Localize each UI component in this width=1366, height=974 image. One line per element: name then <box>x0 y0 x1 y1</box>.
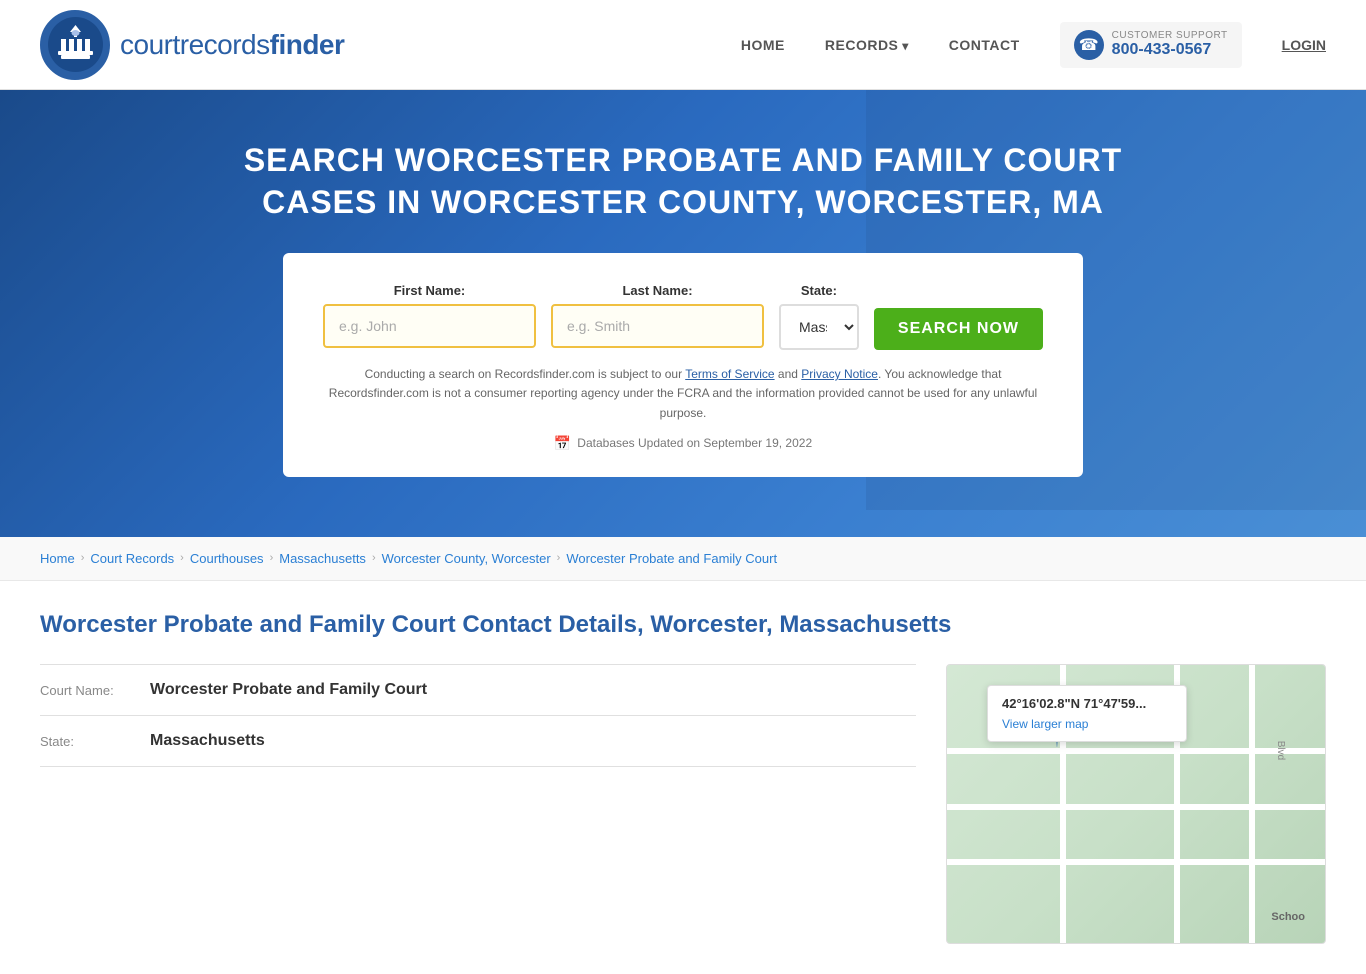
nav-contact[interactable]: CONTACT <box>949 37 1020 53</box>
search-disclaimer: Conducting a search on Recordsfinder.com… <box>323 365 1043 423</box>
map-road-h3 <box>947 859 1325 865</box>
logo-text: courtrecordsfinder <box>120 29 344 61</box>
breadcrumb-worcester-county[interactable]: Worcester County, Worcester <box>382 551 551 566</box>
breadcrumb: Home › Court Records › Courthouses › Mas… <box>0 537 1366 581</box>
first-name-field-group: First Name: <box>323 283 536 350</box>
breadcrumb-current: Worcester Probate and Family Court <box>566 551 777 566</box>
court-name-label: Court Name: <box>40 681 140 698</box>
support-phone-icon: ☎ <box>1074 30 1104 60</box>
map-coords: 42°16'02.8"N 71°47'59... <box>1002 696 1172 711</box>
logo-area: courtrecordsfinder <box>40 10 344 80</box>
breadcrumb-sep-2: › <box>180 552 184 564</box>
hero-title: SEARCH WORCESTER PROBATE AND FAMILY COUR… <box>233 140 1133 223</box>
main-nav: HOME RECORDS CONTACT ☎ CUSTOMER SUPPORT … <box>741 22 1326 68</box>
breadcrumb-courthouses[interactable]: Courthouses <box>190 551 264 566</box>
breadcrumb-sep-1: › <box>81 552 85 564</box>
calendar-icon: 📅 <box>554 435 571 452</box>
section-title: Worcester Probate and Family Court Conta… <box>40 611 1326 639</box>
support-label: CUSTOMER SUPPORT <box>1112 30 1228 41</box>
map-road-v3 <box>1249 665 1255 943</box>
map-road-h2 <box>947 748 1325 754</box>
view-larger-map-link[interactable]: View larger map <box>1002 717 1088 731</box>
db-updated-text: Databases Updated on September 19, 2022 <box>577 436 812 450</box>
logo-icon <box>40 10 110 80</box>
search-box: First Name: Last Name: State: AlabamaAla… <box>283 253 1083 477</box>
nav-records[interactable]: RECORDS <box>825 37 909 53</box>
header: courtrecordsfinder HOME RECORDS CONTACT … <box>0 0 1366 90</box>
hero-section: SEARCH WORCESTER PROBATE AND FAMILY COUR… <box>0 90 1366 537</box>
state-select[interactable]: AlabamaAlaskaArizonaArkansasCaliforniaCo… <box>779 304 859 350</box>
details-table: Court Name: Worcester Probate and Family… <box>40 664 916 944</box>
first-name-input[interactable] <box>323 304 536 348</box>
search-fields-row: First Name: Last Name: State: AlabamaAla… <box>323 283 1043 350</box>
breadcrumb-home[interactable]: Home <box>40 551 75 566</box>
support-text-area: CUSTOMER SUPPORT 800-433-0567 <box>1112 30 1228 59</box>
court-name-row: Court Name: Worcester Probate and Family… <box>40 665 916 716</box>
breadcrumb-sep-3: › <box>270 552 274 564</box>
breadcrumb-sep-4: › <box>372 552 376 564</box>
last-name-label: Last Name: <box>551 283 764 298</box>
map-area: 📍 42°16'02.8"N 71°47'59... View larger m… <box>946 664 1326 944</box>
state-label: State: <box>779 283 859 298</box>
privacy-link[interactable]: Privacy Notice <box>801 367 878 381</box>
last-name-input[interactable] <box>551 304 764 348</box>
map-tooltip: 42°16'02.8"N 71°47'59... View larger map <box>987 685 1187 742</box>
login-button[interactable]: LOGIN <box>1282 37 1326 53</box>
map-road-h1 <box>947 804 1325 810</box>
breadcrumb-court-records[interactable]: Court Records <box>90 551 174 566</box>
map-schoo-label: Schoo <box>1271 911 1305 923</box>
last-name-field-group: Last Name: <box>551 283 764 350</box>
main-content: Worcester Probate and Family Court Conta… <box>0 581 1366 974</box>
state-row: State: Massachusetts <box>40 716 916 767</box>
first-name-label: First Name: <box>323 283 536 298</box>
state-detail-value: Massachusetts <box>150 732 265 750</box>
details-map-row: Court Name: Worcester Probate and Family… <box>40 664 1326 944</box>
state-field-group: State: AlabamaAlaskaArizonaArkansasCalif… <box>779 283 859 350</box>
customer-support-box: ☎ CUSTOMER SUPPORT 800-433-0567 <box>1060 22 1242 68</box>
breadcrumb-sep-5: › <box>557 552 561 564</box>
tos-link[interactable]: Terms of Service <box>685 367 774 381</box>
breadcrumb-massachusetts[interactable]: Massachusetts <box>279 551 366 566</box>
search-now-button[interactable]: SEARCH NOW <box>874 308 1043 350</box>
support-number[interactable]: 800-433-0567 <box>1112 41 1228 59</box>
nav-home[interactable]: HOME <box>741 37 785 53</box>
map-placeholder: 📍 42°16'02.8"N 71°47'59... View larger m… <box>947 665 1325 943</box>
court-name-value: Worcester Probate and Family Court <box>150 681 427 699</box>
map-blvd-label: Blvd <box>1275 741 1286 760</box>
db-updated: 📅 Databases Updated on September 19, 202… <box>323 435 1043 452</box>
state-detail-label: State: <box>40 732 140 749</box>
